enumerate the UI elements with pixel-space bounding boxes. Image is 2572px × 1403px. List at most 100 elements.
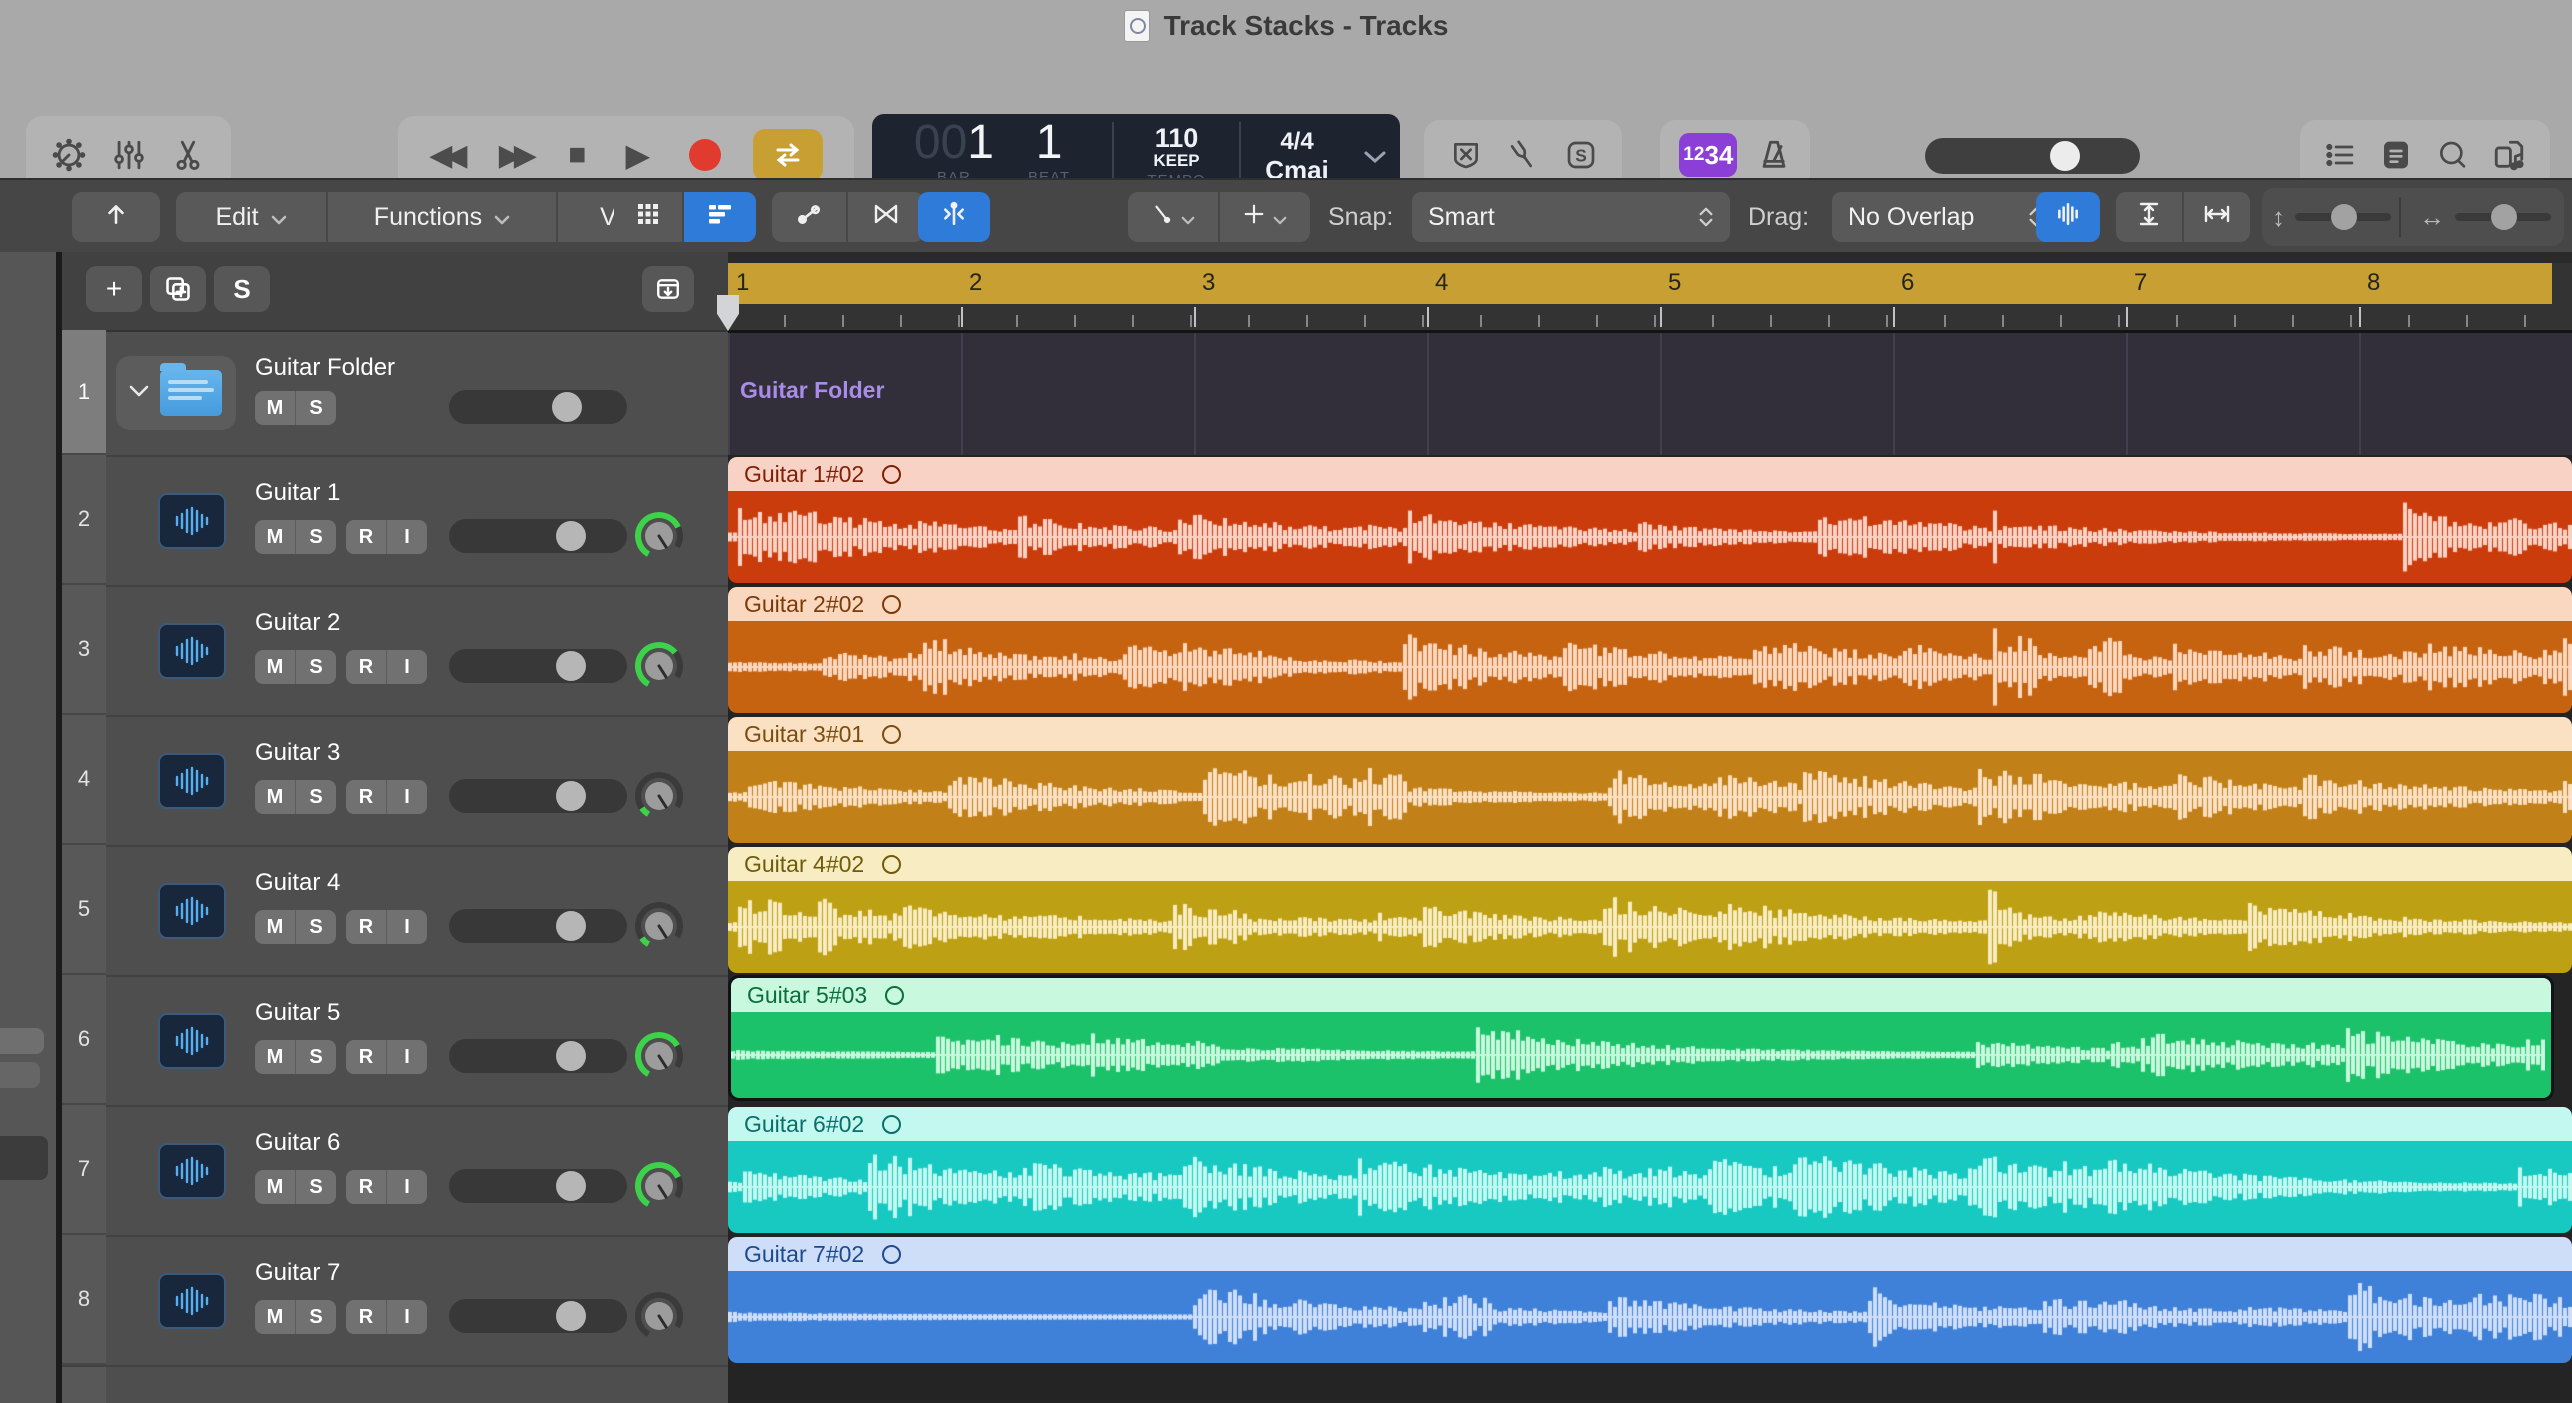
level-meter-knob[interactable]: [634, 1031, 684, 1081]
input-monitor-button[interactable]: I: [387, 520, 427, 554]
record-button[interactable]: [689, 139, 721, 171]
region-header[interactable]: Guitar 4#02: [728, 847, 2572, 881]
bar-ruler[interactable]: 1 2 3 4 5 6 7 8: [728, 263, 2572, 304]
folder-region-name[interactable]: Guitar Folder: [740, 377, 884, 404]
folder-track-lane[interactable]: Guitar Folder: [728, 333, 2572, 455]
region-header[interactable]: Guitar 7#02: [728, 1237, 2572, 1271]
drag-dropdown[interactable]: No Overlap: [1832, 192, 2060, 242]
notes-icon[interactable]: [2380, 139, 2412, 171]
input-monitor-button[interactable]: I: [387, 1170, 427, 1204]
snap-dropdown[interactable]: Smart: [1412, 192, 1730, 242]
vertical-zoom-slider[interactable]: [2295, 213, 2391, 221]
solo-button[interactable]: S: [296, 1170, 336, 1204]
mute-button[interactable]: M: [255, 1170, 296, 1204]
input-monitor-button[interactable]: I: [387, 910, 427, 944]
record-enable-button[interactable]: R: [346, 520, 387, 554]
mute-button[interactable]: M: [255, 391, 296, 425]
cycle-button[interactable]: [753, 129, 823, 181]
volume-slider[interactable]: [449, 390, 627, 424]
folder-icon[interactable]: [160, 370, 222, 416]
track-number[interactable]: 3: [62, 585, 106, 715]
list-editors-icon[interactable]: [2324, 139, 2356, 171]
editors-scissors-icon[interactable]: [171, 138, 205, 172]
record-enable-button[interactable]: R: [346, 780, 387, 814]
audio-region[interactable]: Guitar 4#02: [728, 847, 2572, 973]
rewind-button[interactable]: ◀◀: [429, 138, 467, 173]
track-number[interactable]: 1: [62, 330, 106, 455]
solo-button[interactable]: S: [296, 1040, 336, 1074]
catch-playhead-button[interactable]: [918, 192, 990, 242]
play-button[interactable]: ▶: [626, 136, 659, 174]
region-header[interactable]: Guitar 3#01: [728, 717, 2572, 751]
loop-indicator-icon[interactable]: [882, 725, 901, 744]
audio-region[interactable]: Guitar 3#01: [728, 717, 2572, 843]
track-number[interactable]: 7: [62, 1105, 106, 1235]
level-meter-knob[interactable]: [634, 771, 684, 821]
track-header[interactable]: 7 Guitar 6 MS RI: [62, 1105, 728, 1237]
cycle-region[interactable]: [728, 263, 2552, 304]
volume-slider[interactable]: [449, 519, 627, 553]
punch-clock-icon[interactable]: [1450, 139, 1482, 171]
loop-indicator-icon[interactable]: [885, 986, 904, 1005]
vertical-auto-zoom-button[interactable]: [2116, 192, 2184, 242]
horizontal-zoom-slider[interactable]: [2455, 213, 2551, 221]
solo-button[interactable]: S: [296, 650, 336, 684]
track-header-folder[interactable]: 1 Guitar Folder M S: [62, 330, 728, 457]
level-meter-knob[interactable]: [634, 901, 684, 951]
beat-ruler[interactable]: [728, 304, 2572, 330]
volume-slider[interactable]: [449, 909, 627, 943]
collapse-tracks-button[interactable]: [642, 266, 694, 312]
mute-button[interactable]: M: [255, 1040, 296, 1074]
level-meter-knob[interactable]: [634, 1161, 684, 1211]
marquee-tool-button[interactable]: [1220, 192, 1310, 242]
volume-slider[interactable]: [449, 1039, 627, 1073]
track-name[interactable]: Guitar 5: [255, 999, 340, 1027]
solo-button[interactable]: S: [296, 391, 336, 425]
mute-button[interactable]: M: [255, 1300, 296, 1334]
duplicate-track-button[interactable]: [150, 266, 206, 312]
region-header[interactable]: Guitar 5#03: [731, 978, 2551, 1012]
solo-button[interactable]: S: [296, 780, 336, 814]
automation-button[interactable]: [772, 192, 848, 242]
track-name[interactable]: Guitar 7: [255, 1259, 340, 1287]
pointer-tool-button[interactable]: [1128, 192, 1220, 242]
loop-indicator-icon[interactable]: [882, 1245, 901, 1264]
mute-button[interactable]: M: [255, 780, 296, 814]
track-number[interactable]: 6: [62, 975, 106, 1105]
input-monitor-button[interactable]: I: [387, 650, 427, 684]
audio-region[interactable]: Guitar 2#02: [728, 587, 2572, 713]
track-header[interactable]: 2 Guitar 1 MS RI: [62, 455, 728, 587]
loop-indicator-icon[interactable]: [882, 465, 901, 484]
track-name[interactable]: Guitar 4: [255, 869, 340, 897]
record-enable-button[interactable]: R: [346, 1300, 387, 1334]
region-header[interactable]: Guitar 1#02: [728, 457, 2572, 491]
solo-mode-icon[interactable]: S: [1565, 139, 1597, 171]
input-monitor-button[interactable]: I: [387, 1300, 427, 1334]
loop-indicator-icon[interactable]: [882, 855, 901, 874]
metronome-icon[interactable]: [1757, 138, 1791, 172]
level-meter-knob[interactable]: [634, 641, 684, 691]
tuner-fork-icon[interactable]: [1507, 139, 1539, 171]
loop-indicator-icon[interactable]: [882, 595, 901, 614]
disclosure-chevron-icon[interactable]: [128, 384, 150, 403]
track-name[interactable]: Guitar 2: [255, 609, 340, 637]
track-name[interactable]: Guitar 6: [255, 1129, 340, 1157]
smart-controls-icon[interactable]: [52, 138, 86, 172]
add-track-button[interactable]: +: [86, 266, 142, 312]
flex-button[interactable]: [848, 192, 924, 242]
track-header[interactable]: 4 Guitar 3 MS RI: [62, 715, 728, 847]
grid-view-button[interactable]: [614, 192, 684, 242]
global-solo-button[interactable]: S: [214, 266, 270, 312]
volume-slider[interactable]: [449, 779, 627, 813]
mute-button[interactable]: M: [255, 650, 296, 684]
record-enable-button[interactable]: R: [346, 650, 387, 684]
volume-slider[interactable]: [449, 1169, 627, 1203]
functions-menu[interactable]: Functions: [328, 192, 558, 242]
track-header[interactable]: 5 Guitar 4 MS RI: [62, 845, 728, 977]
mute-button[interactable]: M: [255, 520, 296, 554]
media-browser-icon[interactable]: [2492, 138, 2526, 172]
record-enable-button[interactable]: R: [346, 910, 387, 944]
track-header[interactable]: 6 Guitar 5 MS RI: [62, 975, 728, 1107]
volume-slider[interactable]: [449, 649, 627, 683]
track-number[interactable]: 2: [62, 455, 106, 585]
